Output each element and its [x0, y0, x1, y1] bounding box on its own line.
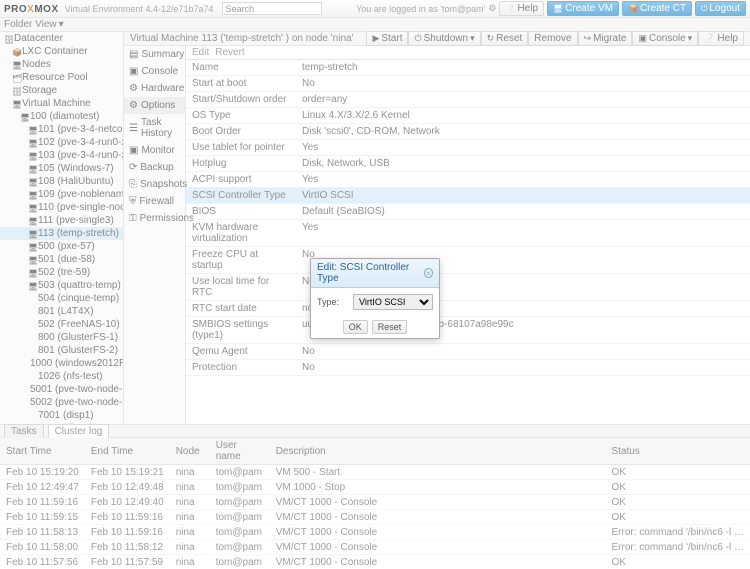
dialog-title: Edit: SCSI Controller Type — [317, 262, 424, 284]
reset-dialog-button[interactable]: Reset — [372, 320, 408, 334]
type-label: Type: — [317, 297, 347, 307]
edit-scsi-dialog: Edit: SCSI Controller Type × Type: VirtI… — [310, 258, 440, 339]
close-icon[interactable]: × — [424, 268, 433, 278]
ok-button[interactable]: OK — [343, 320, 368, 334]
type-select[interactable]: VirtIO SCSI — [353, 294, 433, 310]
